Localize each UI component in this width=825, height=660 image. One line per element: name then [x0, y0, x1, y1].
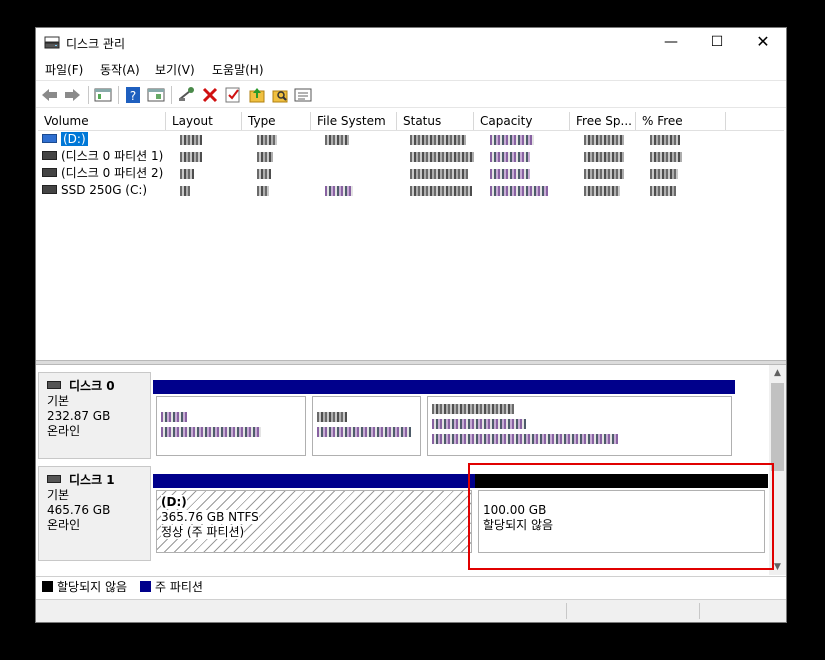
disk-management-window: 디스크 관리 — ☐ ✕ 파일(F) 동작(A) 보기(V) 도움말(H) ? …	[35, 27, 787, 623]
connect-icon[interactable]	[176, 85, 196, 105]
unallocated-status: 할당되지 않음	[483, 518, 554, 532]
menu-action[interactable]: 동작(A)	[100, 61, 140, 78]
status-bar	[36, 599, 786, 622]
window-title: 디스크 관리	[66, 37, 126, 51]
partition-size-fs: 365.76 GB NTFS	[161, 510, 259, 524]
disk-map-pane: 디스크 0 기본 232.87 GB 온라인 디스크 1 기본 465.76 G…	[36, 365, 786, 575]
disk-1-row: 디스크 1 기본 465.76 GB 온라인 (D:) 365.76 GB NT…	[38, 466, 768, 561]
scroll-up-icon[interactable]: ▲	[769, 365, 786, 381]
disk-0-row: 디스크 0 기본 232.87 GB 온라인	[38, 372, 768, 459]
check-icon[interactable]	[223, 85, 243, 105]
disk-1-unallocated[interactable]: 100.00 GB 할당되지 않음	[475, 474, 768, 556]
menu-bar: 파일(F) 동작(A) 보기(V) 도움말(H)	[36, 58, 786, 80]
scroll-down-icon[interactable]: ▼	[769, 559, 786, 575]
delete-icon[interactable]	[200, 85, 220, 105]
minimize-button[interactable]: —	[648, 28, 694, 58]
column-header: Volume Layout Type File System Status Ca…	[38, 112, 784, 131]
volume-icon	[42, 134, 57, 143]
col-status[interactable]: Status	[397, 112, 474, 130]
disk-0-partition-3[interactable]	[424, 380, 735, 459]
disk-0-partition-1[interactable]	[153, 380, 309, 459]
volume-name: (디스크 0 파티션 2)	[61, 166, 164, 180]
col-type[interactable]: Type	[242, 112, 311, 130]
col-capacity[interactable]: Capacity	[474, 112, 570, 130]
console-icon[interactable]	[146, 85, 166, 105]
volume-row[interactable]: (디스크 0 파티션 2)	[38, 165, 784, 182]
partition-status: 정상 (주 파티션)	[161, 525, 245, 539]
disk-management-app-icon	[44, 36, 60, 49]
folder-search-icon[interactable]	[270, 85, 290, 105]
disk-0-partition-2[interactable]	[309, 380, 424, 459]
volume-icon	[42, 151, 57, 160]
disk-1-label[interactable]: 디스크 1 기본 465.76 GB 온라인	[38, 466, 151, 561]
disk-0-label[interactable]: 디스크 0 기본 232.87 GB 온라인	[38, 372, 151, 459]
volume-name: SSD 250G (C:)	[61, 183, 148, 197]
disk-icon	[47, 474, 61, 483]
legend-unallocated: 할당되지 않음	[42, 580, 127, 595]
toolbar: ?	[36, 80, 786, 108]
primary-swatch	[140, 581, 151, 592]
legend-primary: 주 파티션	[140, 580, 203, 595]
volume-name: (디스크 0 파티션 1)	[61, 149, 164, 163]
title-bar: 디스크 관리 — ☐ ✕	[36, 28, 786, 58]
col-percent-free[interactable]: % Free	[636, 112, 726, 130]
volume-icon	[42, 185, 57, 194]
disk-1-partition-d[interactable]: (D:) 365.76 GB NTFS 정상 (주 파티션)	[153, 474, 475, 556]
folder-up-icon[interactable]	[247, 85, 267, 105]
volume-list-pane: Volume Layout Type File System Status Ca…	[36, 110, 786, 360]
partition-label: (D:)	[161, 495, 187, 509]
volume-row[interactable]: (D:)	[38, 131, 784, 148]
volume-icon	[42, 168, 57, 177]
unallocated-swatch	[42, 581, 53, 592]
menu-view[interactable]: 보기(V)	[155, 61, 195, 78]
legend-bar: 할당되지 않음 주 파티션	[36, 576, 786, 598]
col-file-system[interactable]: File System	[311, 112, 397, 130]
col-free-space[interactable]: Free Sp...	[570, 112, 636, 130]
volume-name: (D:)	[61, 132, 88, 146]
scroll-thumb[interactable]	[771, 383, 784, 471]
col-volume[interactable]: Volume	[38, 112, 166, 130]
properties-icon[interactable]	[93, 85, 113, 105]
close-button[interactable]: ✕	[740, 28, 786, 58]
maximize-button[interactable]: ☐	[694, 28, 740, 58]
list-icon[interactable]	[293, 85, 313, 105]
unallocated-size: 100.00 GB	[483, 503, 547, 517]
menu-help[interactable]: 도움말(H)	[212, 61, 264, 78]
disk-icon	[47, 380, 61, 389]
back-icon[interactable]	[40, 85, 60, 105]
forward-icon[interactable]	[62, 85, 82, 105]
volume-row[interactable]: SSD 250G (C:)	[38, 182, 784, 199]
disk-pane-scrollbar[interactable]: ▲ ▼	[769, 365, 786, 575]
volume-row[interactable]: (디스크 0 파티션 1)	[38, 148, 784, 165]
svg-text:?: ?	[130, 89, 136, 103]
col-layout[interactable]: Layout	[166, 112, 242, 130]
menu-file[interactable]: 파일(F)	[45, 61, 83, 78]
help-icon[interactable]: ?	[123, 85, 143, 105]
